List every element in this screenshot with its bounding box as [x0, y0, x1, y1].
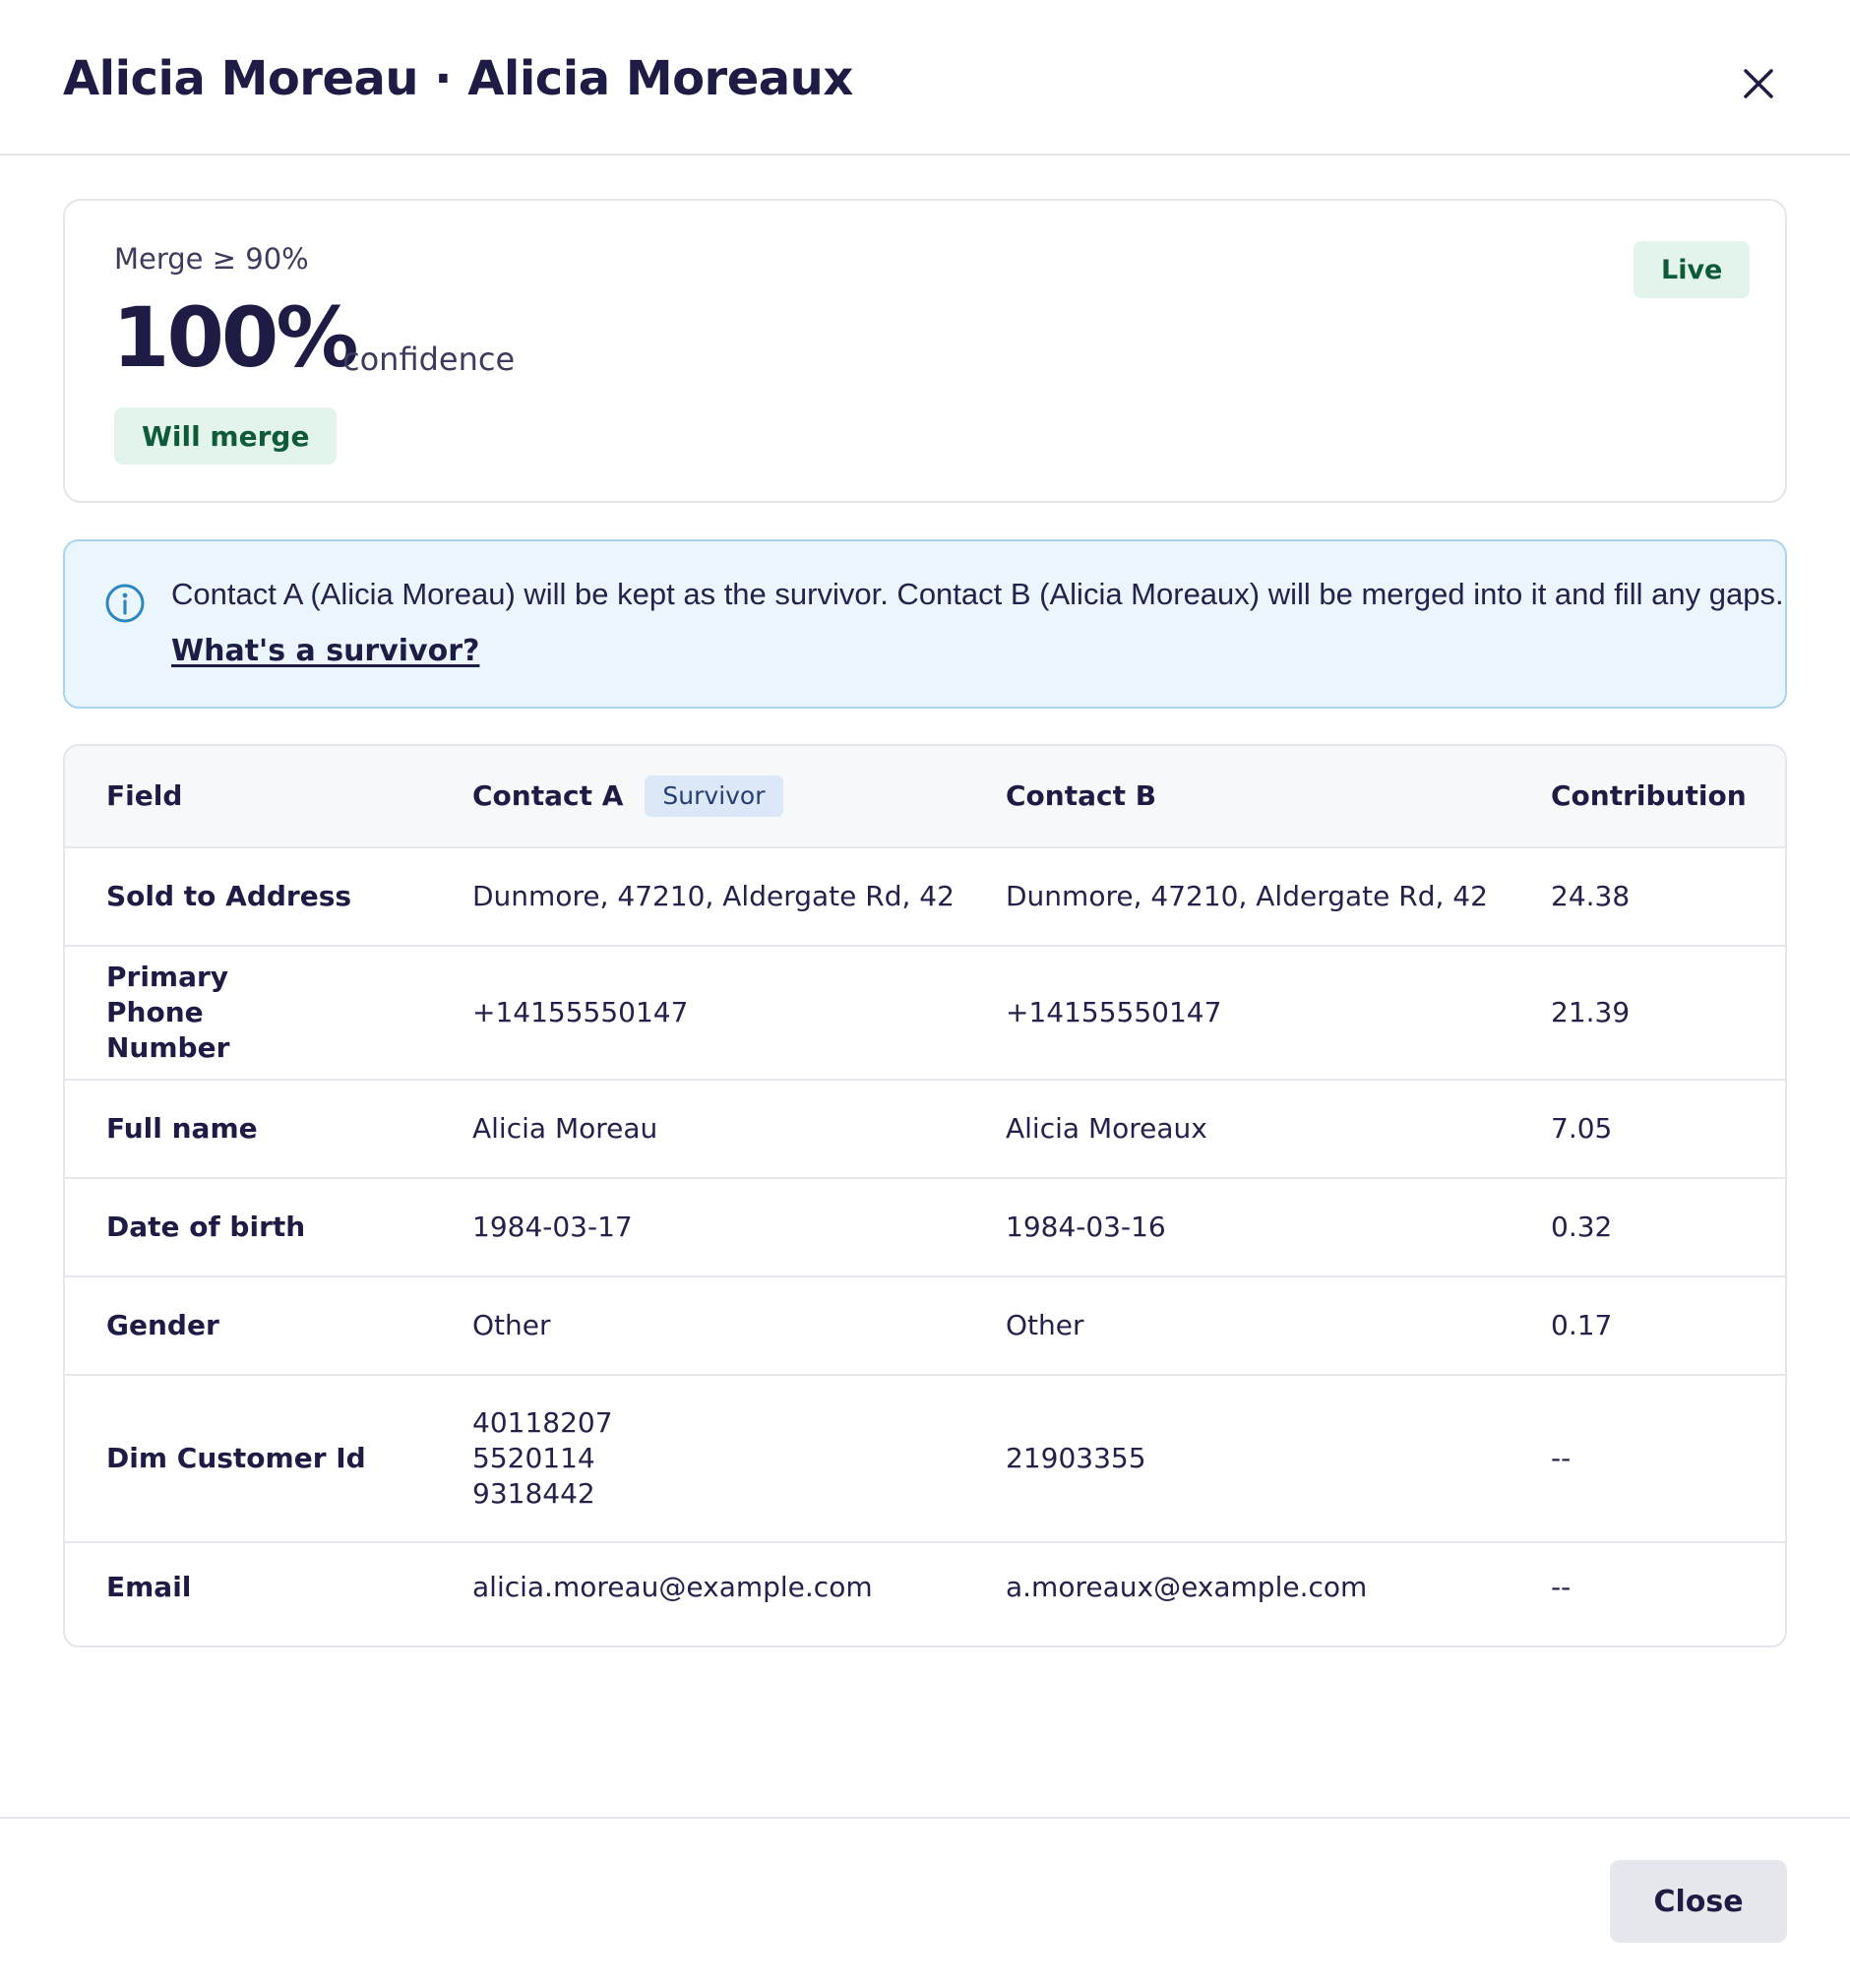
info-icon: [105, 584, 145, 623]
survivor-badge: Survivor: [645, 776, 783, 817]
contribution-cell: 0.17: [1551, 1309, 1613, 1341]
contact-a-cell: +14155550147: [472, 947, 984, 1079]
contact-b-cell: a.moreaux@example.com: [1006, 1543, 1517, 1632]
contact-b-cell: +14155550147: [1006, 947, 1517, 1079]
table-row: Date of birth 1984-03-17 1984-03-16 0.32: [65, 1179, 1785, 1277]
contact-b-value: 1984-03-16: [1006, 1211, 1166, 1243]
contribution-cell: 21.39: [1551, 996, 1631, 1028]
close-icon[interactable]: [1734, 59, 1783, 108]
dialog-footer: Close: [0, 1817, 1850, 1988]
confidence-unit: confidence: [342, 341, 516, 378]
field-name-cell: Full name: [106, 1112, 258, 1145]
contribution-cell: --: [1551, 1571, 1572, 1603]
merge-status-badge: Will merge: [114, 407, 338, 465]
field-name-cell: Gender: [106, 1309, 219, 1341]
table-row: Full name Alicia Moreau Alicia Moreaux 7.05: [65, 1081, 1785, 1179]
contact-b-cell: 1984-03-16: [1006, 1179, 1517, 1275]
field-name-cell: Email: [106, 1571, 192, 1603]
contact-a-cell: Dunmore, 47210, Aldergate Rd, 42: [472, 848, 984, 945]
field-name-cell: Sold to Address: [106, 880, 352, 912]
contact-a-value: Other: [472, 1309, 551, 1341]
field-name-cell: Primary Phone Number: [106, 961, 230, 1064]
live-badge: Live: [1634, 241, 1751, 298]
table-row: Gender Other Other 0.17: [65, 1277, 1785, 1376]
contribution-cell: 24.38: [1551, 880, 1631, 912]
contact-a-cell: 1984-03-17: [472, 1179, 984, 1275]
contact-b-cell: Alicia Moreaux: [1006, 1081, 1517, 1177]
dialog-title: Alicia Moreau · Alicia Moreaux: [63, 51, 853, 106]
contact-a-cell: Other: [472, 1277, 984, 1374]
confidence-card: Merge ≥ 90% 100% confidence Will merge L…: [63, 199, 1787, 503]
contact-b-value: Dunmore, 47210, Aldergate Rd, 42: [1006, 880, 1488, 912]
contact-a-value: 9318442: [472, 1477, 595, 1510]
contact-a-value: Alicia Moreau: [472, 1112, 658, 1145]
contact-a-value: Dunmore, 47210, Aldergate Rd, 42: [472, 880, 955, 912]
contact-a-value: 40118207: [472, 1406, 613, 1439]
header-contact-a-label: Contact A: [472, 779, 624, 812]
header-field: Field: [106, 779, 183, 812]
info-message: Contact A (Alicia Moreau) will be kept a…: [171, 577, 1784, 611]
contact-a-value: 5520114: [472, 1442, 595, 1474]
contact-b-cell: 21903355: [1006, 1376, 1517, 1541]
contact-a-value: 1984-03-17: [472, 1211, 633, 1243]
table-row: Sold to Address Dunmore, 47210, Aldergate…: [65, 848, 1785, 947]
field-name-cell: Dim Customer Id: [106, 1442, 366, 1474]
contact-b-cell: Other: [1006, 1277, 1517, 1374]
contact-b-value: Alicia Moreaux: [1006, 1112, 1207, 1145]
contribution-cell: --: [1551, 1442, 1572, 1474]
contact-b-value: Other: [1006, 1309, 1084, 1341]
survivor-info-banner: Contact A (Alicia Moreau) will be kept a…: [63, 539, 1787, 709]
contact-a-cell: Alicia Moreau: [472, 1081, 984, 1177]
contact-b-value: +14155550147: [1006, 996, 1222, 1028]
header-contribution: Contribution: [1551, 779, 1747, 812]
field-comparison-table: Field Contact A Survivor Contact B Contr…: [63, 744, 1787, 1647]
contact-b-value: 21903355: [1006, 1442, 1146, 1474]
contact-a-cell: alicia.moreau@example.com: [472, 1543, 984, 1632]
contribution-cell: 0.32: [1551, 1211, 1613, 1243]
contribution-cell: 7.05: [1551, 1112, 1613, 1145]
close-button[interactable]: Close: [1610, 1860, 1787, 1943]
contact-a-value: +14155550147: [472, 996, 689, 1028]
whats-a-survivor-link[interactable]: What's a survivor?: [171, 634, 479, 668]
table-header-row: Field Contact A Survivor Contact B Contr…: [65, 746, 1785, 848]
field-name-cell: Date of birth: [106, 1211, 306, 1243]
header-contact-b: Contact B: [1006, 779, 1157, 812]
table-row: Email alicia.moreau@example.com a.moreaux@…: [65, 1543, 1785, 1632]
header-contact-a: Contact A Survivor: [472, 746, 984, 846]
table-row: Primary Phone Number +14155550147 +1415555…: [65, 947, 1785, 1081]
contact-b-cell: Dunmore, 47210, Aldergate Rd, 42: [1006, 848, 1517, 945]
contact-b-value: a.moreaux@example.com: [1006, 1571, 1368, 1603]
confidence-score: 100%: [112, 289, 359, 386]
merge-threshold-label: Merge ≥ 90%: [114, 242, 309, 276]
dialog-header: Alicia Moreau · Alicia Moreaux: [0, 0, 1850, 155]
table-row: Dim Customer Id 40118207 5520114 9318442 219…: [65, 1376, 1785, 1543]
contact-a-cell: 40118207 5520114 9318442: [472, 1376, 984, 1541]
contact-a-value: alicia.moreau@example.com: [472, 1571, 873, 1603]
